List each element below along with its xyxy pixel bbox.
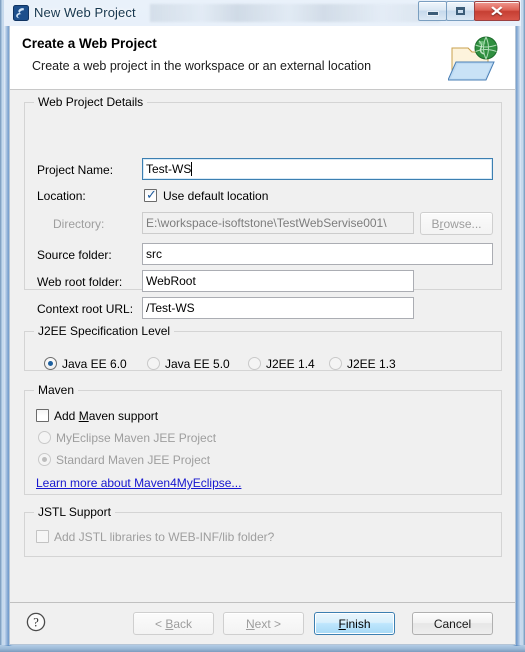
radio-java-ee-60[interactable] xyxy=(44,357,57,370)
radio-j2ee-14[interactable] xyxy=(248,357,261,370)
wizard-banner: Create a Web Project Create a web projec… xyxy=(10,26,515,90)
text-caret xyxy=(191,162,193,176)
label-location: Location: xyxy=(37,189,86,203)
group-title-jstl: JSTL Support xyxy=(34,505,115,519)
browse-label: Browse... xyxy=(431,216,482,231)
myeclipse-icon xyxy=(13,5,29,21)
maximize-icon xyxy=(456,7,465,15)
cancel-label: Cancel xyxy=(433,616,472,631)
close-button[interactable]: ✕ xyxy=(474,1,520,21)
dialog-window: New Web Project ✕ Create a Web Project C… xyxy=(0,0,525,652)
minimize-icon xyxy=(427,12,438,15)
dialog-button-bar: ? < Back Next > Finish Cancel xyxy=(10,602,515,644)
radio-java-ee-50[interactable] xyxy=(147,357,160,370)
wizard-page-body: Web Project Details Project Name: Test-W… xyxy=(10,91,515,602)
window-border-right xyxy=(521,0,525,652)
dialog-client-area: Create a Web Project Create a web projec… xyxy=(9,26,516,645)
minimize-button[interactable] xyxy=(418,1,447,21)
window-controls: ✕ xyxy=(418,1,520,22)
label-web-root-folder: Web root folder: xyxy=(37,275,123,289)
label-standard-maven-jee-project[interactable]: Standard Maven JEE Project xyxy=(56,453,210,467)
help-question-icon[interactable]: ? xyxy=(26,612,46,632)
window-border-bottom xyxy=(0,645,525,652)
label-use-default-location[interactable]: Use default location xyxy=(163,189,268,203)
use-default-location-checkbox[interactable]: ✓ xyxy=(144,189,157,202)
context-root-url-value: /Test-WS xyxy=(146,301,195,315)
radio-dot-icon xyxy=(42,457,47,462)
label-context-root-url: Context root URL: xyxy=(37,302,134,316)
next-label: Next > xyxy=(245,616,282,631)
back-button[interactable]: < Back xyxy=(133,612,214,635)
group-title-web-project-details: Web Project Details xyxy=(34,95,148,109)
label-source-folder: Source folder: xyxy=(37,248,112,262)
next-button[interactable]: Next > xyxy=(223,612,304,635)
radio-myeclipse-maven-jee-project[interactable] xyxy=(38,431,51,444)
add-jstl-libraries-checkbox[interactable] xyxy=(36,530,49,543)
label-directory: Directory: xyxy=(53,217,105,231)
web-root-folder-input[interactable]: WebRoot xyxy=(142,270,414,292)
maven4myeclipse-link[interactable]: Learn more about Maven4MyEclipse... xyxy=(36,476,241,490)
titlebar-translucency xyxy=(150,4,440,22)
source-folder-value: src xyxy=(146,247,162,261)
group-title-maven: Maven xyxy=(34,383,79,397)
maximize-button[interactable] xyxy=(446,1,475,21)
directory-value: E:\workspace-isoftstone\TestWebServise00… xyxy=(146,216,387,230)
web-folder-globe-icon xyxy=(447,34,502,84)
source-folder-input[interactable]: src xyxy=(142,243,493,265)
label-java-ee-60[interactable]: Java EE 6.0 xyxy=(62,357,127,371)
page-title: Create a Web Project xyxy=(22,36,157,51)
page-description: Create a web project in the workspace or… xyxy=(32,59,372,73)
directory-input[interactable]: E:\workspace-isoftstone\TestWebServise00… xyxy=(142,212,414,234)
finish-button[interactable]: Finish xyxy=(314,612,395,635)
project-name-value: Test-WS xyxy=(146,162,192,176)
title-bar[interactable]: New Web Project ✕ xyxy=(0,0,525,26)
svg-text:?: ? xyxy=(33,616,39,630)
radio-dot-icon xyxy=(48,361,53,366)
label-myeclipse-maven-jee-project[interactable]: MyEclipse Maven JEE Project xyxy=(56,431,216,445)
finish-label: Finish xyxy=(338,616,371,631)
web-root-folder-value: WebRoot xyxy=(146,274,196,288)
window-title: New Web Project xyxy=(34,5,136,20)
radio-j2ee-13[interactable] xyxy=(329,357,342,370)
label-add-maven-support[interactable]: Add Maven support xyxy=(54,409,158,423)
checkmark-icon: ✓ xyxy=(146,188,157,203)
label-j2ee-14[interactable]: J2EE 1.4 xyxy=(266,357,315,371)
project-name-input[interactable]: Test-WS xyxy=(142,158,493,180)
label-project-name: Project Name: xyxy=(37,163,114,177)
label-j2ee-13[interactable]: J2EE 1.3 xyxy=(347,357,396,371)
label-java-ee-50[interactable]: Java EE 5.0 xyxy=(165,357,230,371)
add-maven-support-checkbox[interactable] xyxy=(36,409,49,422)
context-root-url-input[interactable]: /Test-WS xyxy=(142,297,414,319)
radio-standard-maven-jee-project[interactable] xyxy=(38,453,51,466)
group-title-j2ee: J2EE Specification Level xyxy=(34,324,175,338)
cancel-button[interactable]: Cancel xyxy=(412,612,493,635)
label-add-jstl-libraries[interactable]: Add JSTL libraries to WEB-INF/lib folder… xyxy=(54,530,274,544)
back-label: < Back xyxy=(154,616,193,631)
close-icon: ✕ xyxy=(489,3,505,19)
browse-button[interactable]: Browse... xyxy=(420,212,493,235)
